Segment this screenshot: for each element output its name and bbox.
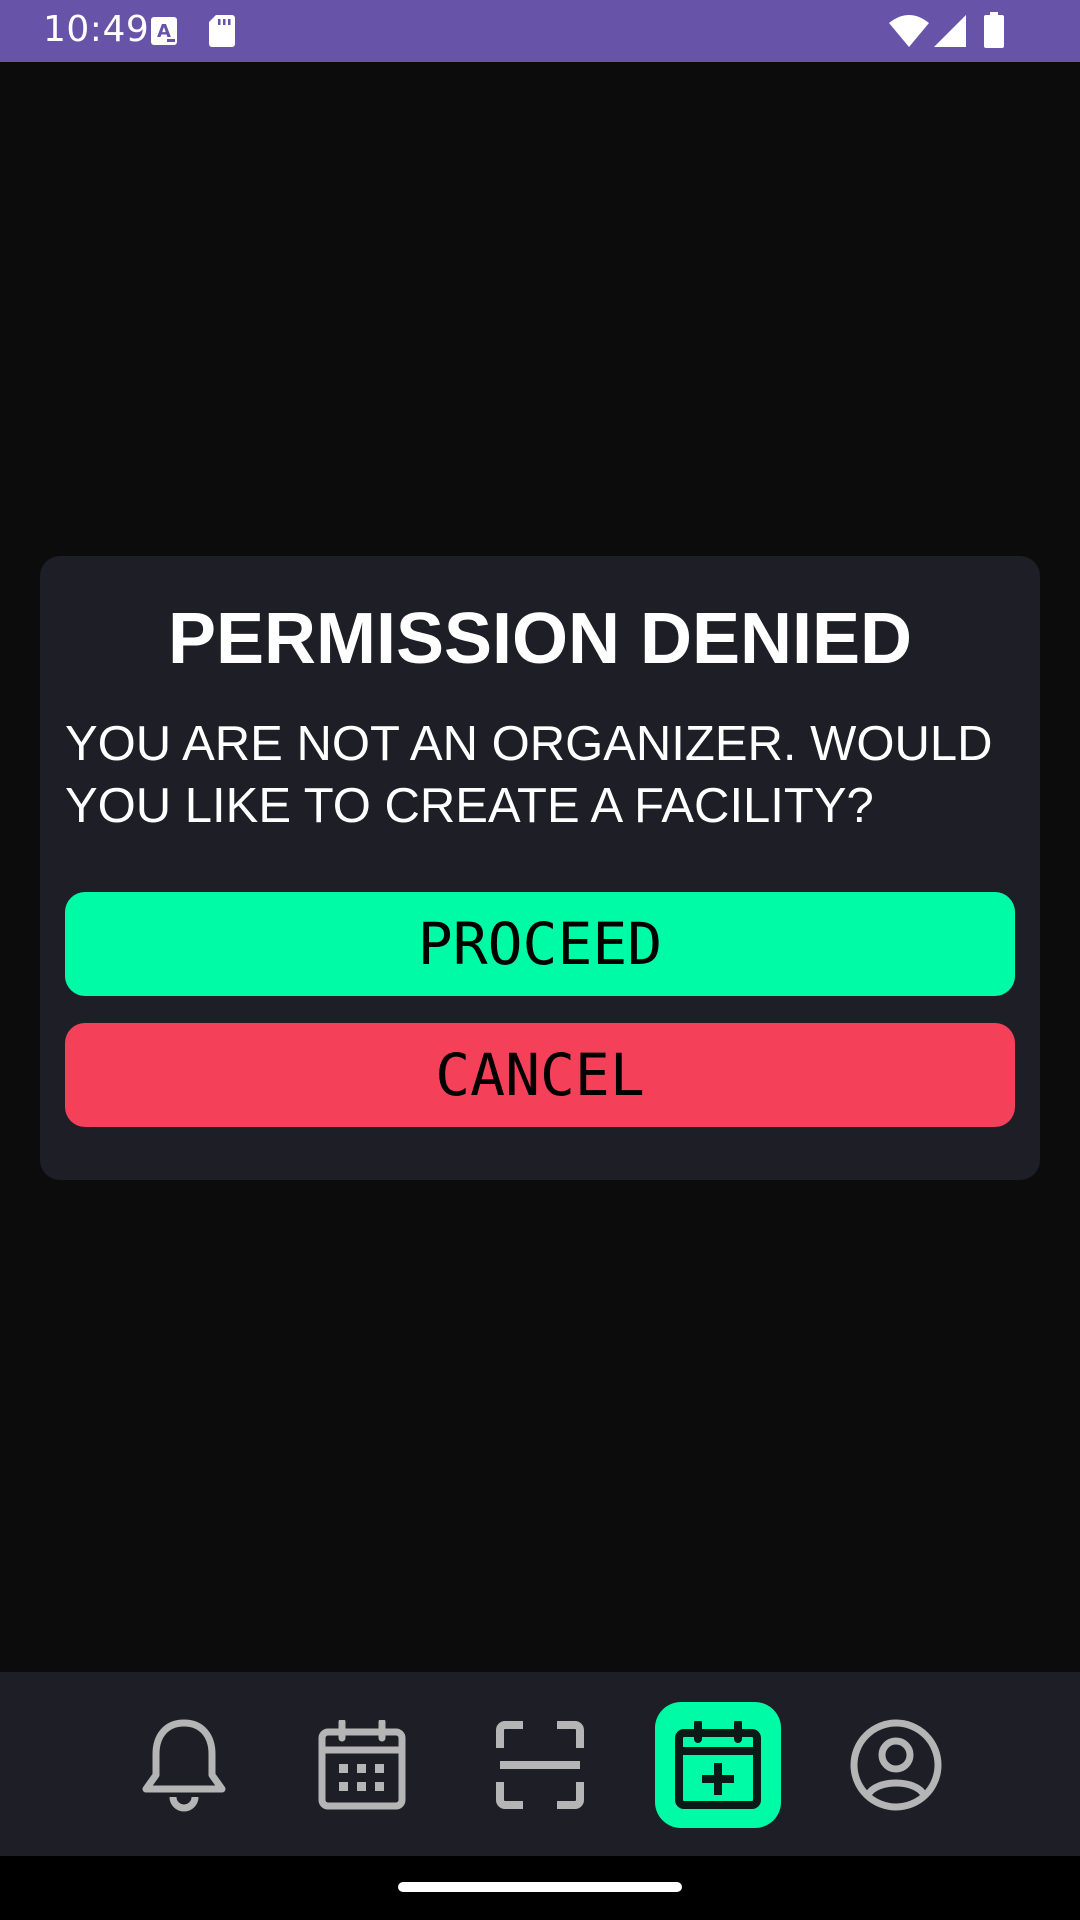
bottom-nav <box>0 1672 1080 1856</box>
dialog-message: YOU ARE NOT AN ORGANIZER. WOULD YOU LIKE… <box>65 717 993 833</box>
a-notification-icon: A <box>151 17 177 45</box>
dialog-title: PERMISSION DENIED <box>167 599 913 679</box>
nav-item-calendar[interactable] <box>299 1702 425 1828</box>
nav-item-notifications[interactable] <box>121 1702 247 1828</box>
permission-dialog: PERMISSION DENIED YOU ARE NOT AN ORGANIZ… <box>40 556 1040 1180</box>
cancel-button[interactable]: CANCEL <box>65 1023 1015 1127</box>
scan-icon <box>496 1721 584 1809</box>
gesture-bar <box>0 1856 1080 1920</box>
bell-icon <box>142 1719 226 1812</box>
calendar-icon <box>318 1720 406 1810</box>
cell-signal-icon <box>934 15 966 47</box>
calendar-add-icon <box>675 1721 761 1809</box>
status-time: 10:49 <box>43 9 150 50</box>
nav-item-profile[interactable] <box>833 1702 959 1828</box>
svg-text:A: A <box>157 21 171 42</box>
proceed-button[interactable]: PROCEED <box>65 892 1015 996</box>
home-gesture-handle[interactable] <box>398 1882 682 1892</box>
nav-item-create-event[interactable] <box>655 1702 781 1828</box>
battery-icon <box>984 12 1004 48</box>
profile-icon <box>850 1719 942 1811</box>
nav-item-scan[interactable] <box>477 1702 603 1828</box>
sd-card-icon <box>209 15 235 47</box>
wifi-icon <box>889 15 929 47</box>
status-bar: 10:49 A <box>0 0 1080 62</box>
